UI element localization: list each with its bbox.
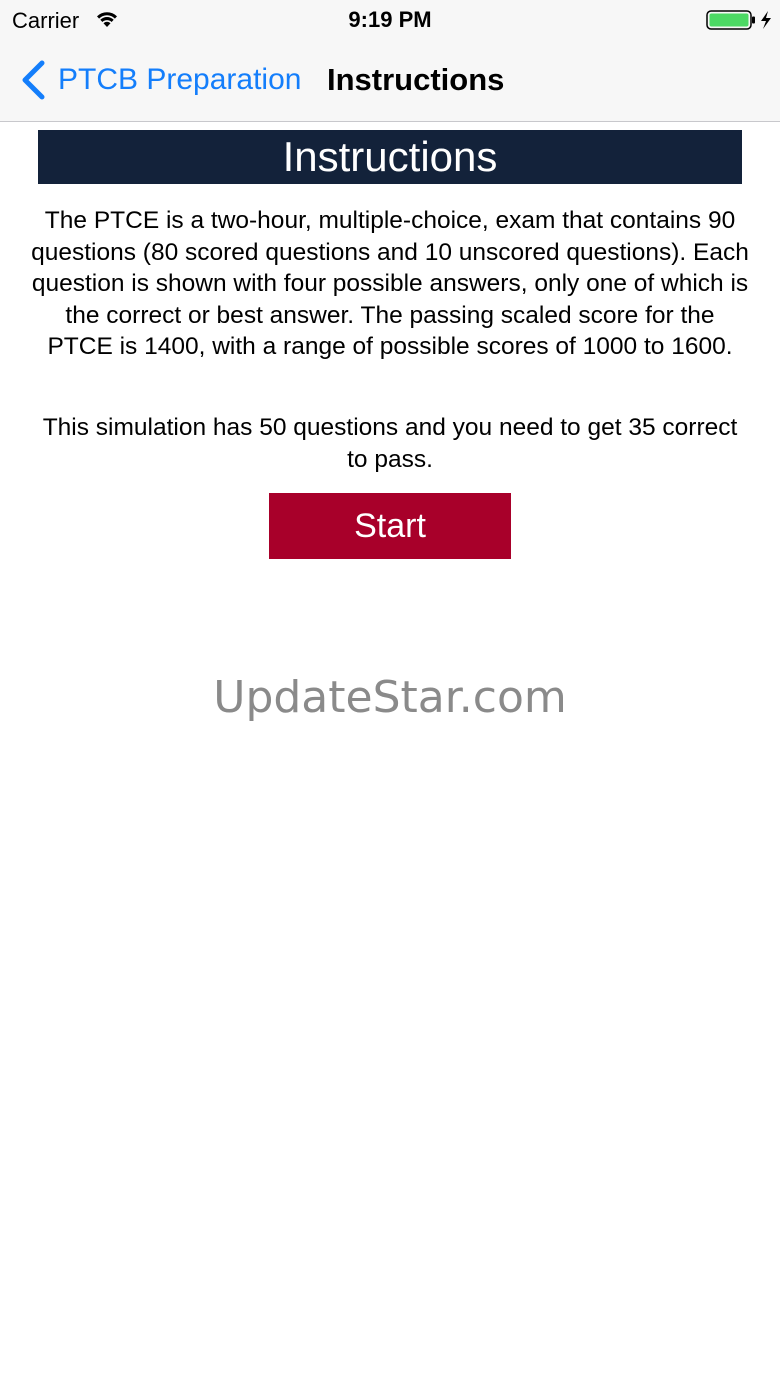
instructions-paragraph-exam: The PTCE is a two-hour, multiple-choice,…	[31, 207, 749, 360]
start-button[interactable]: Start	[269, 493, 511, 559]
page-title: Instructions	[327, 62, 505, 97]
back-button[interactable]: PTCB Preparation	[20, 58, 301, 102]
navigation-bar: PTCB Preparation Instructions	[0, 40, 780, 122]
instructions-heading: Instructions	[38, 130, 742, 184]
status-bar: Carrier 9:19 PM	[0, 0, 780, 40]
watermark: UpdateStar.com	[213, 672, 567, 723]
status-time: 9:19 PM	[348, 7, 432, 32]
back-label: PTCB Preparation	[58, 63, 302, 96]
instructions-paragraph-simulation: This simulation has 50 questions and you…	[42, 414, 738, 473]
chevron-left-icon	[22, 60, 45, 100]
battery-charging-icon	[706, 10, 771, 30]
